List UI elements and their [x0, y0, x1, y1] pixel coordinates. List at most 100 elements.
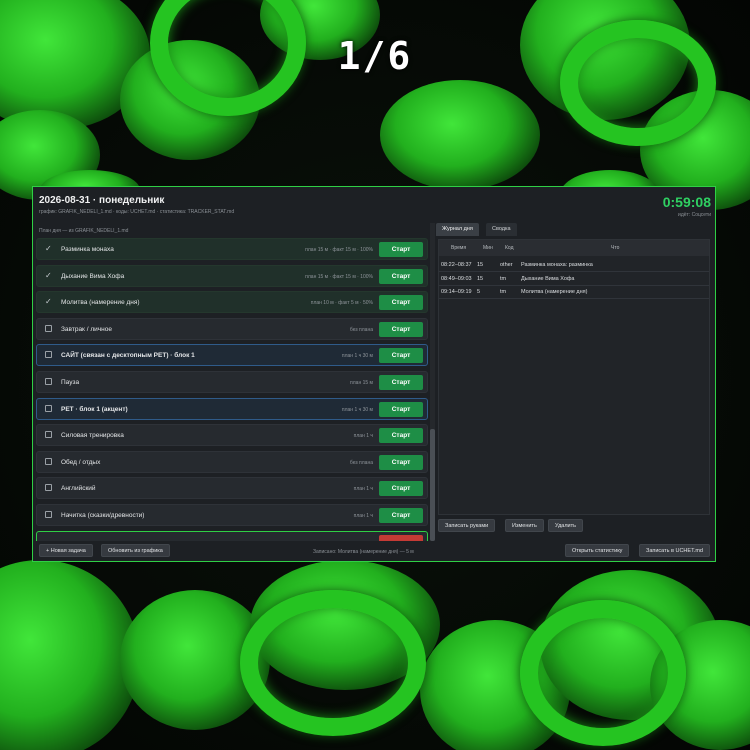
- start-button[interactable]: Старт: [379, 321, 423, 337]
- journal-row[interactable]: 09:14–09:19 5 tm Молитва (намерение дня): [439, 286, 709, 299]
- task-plan: план 1 ч 30 м: [341, 406, 373, 413]
- refresh-from-schedule-button[interactable]: Обновить из графика: [101, 544, 170, 557]
- journal-cell-code: tm: [500, 289, 507, 295]
- journal-cell-code: tm: [500, 275, 507, 282]
- col-code: Код: [505, 245, 514, 251]
- open-stats-button[interactable]: Открыть статистику: [565, 544, 630, 557]
- status-message: Записано: Молитва (намерение дня) — 5 м: [313, 549, 414, 555]
- start-button[interactable]: Старт: [379, 481, 423, 497]
- start-button[interactable]: Старт: [379, 348, 423, 364]
- col-time: Время: [451, 245, 467, 251]
- task-plan: без плана: [349, 459, 373, 466]
- task-plan: план 1 ч: [353, 512, 373, 519]
- task-plan: план 10 м · факт 5 м · 50%: [310, 300, 373, 307]
- task-name: Обед / отдых: [61, 458, 101, 466]
- start-button[interactable]: Старт: [379, 242, 423, 257]
- task-name: Дыхание Вима Хофа: [61, 272, 125, 280]
- start-button[interactable]: Старт: [379, 295, 423, 311]
- task-row[interactable]: Завтрак / личное без плана Старт: [36, 317, 428, 340]
- task-name: Начитка (сказки/древности): [61, 511, 145, 519]
- task-name: Пауза: [61, 378, 80, 386]
- task-row[interactable]: Силовая тренировка план 1 ч Старт: [36, 424, 428, 447]
- task-plan: без плана: [349, 326, 373, 333]
- task-plan: план 1 ч: [353, 486, 373, 493]
- journal-cell-time: 09:14–09:19: [441, 289, 472, 295]
- task-name: Молитва (намерение дня): [61, 299, 140, 307]
- task-row[interactable]: Обед / отдых без плана Старт: [36, 450, 428, 473]
- task-name: Завтрак / личное: [61, 325, 112, 333]
- task-row[interactable]: Английский план 1 ч Старт: [36, 477, 428, 500]
- task-row[interactable]: Начитка (сказки/древности) план 1 ч Старт: [36, 503, 428, 526]
- col-what: Что: [611, 245, 620, 251]
- journal-row[interactable]: 08:49–09:03 15 tm Дыхание Вима Хофа: [439, 273, 709, 286]
- delete-entry-button[interactable]: Удалить: [548, 519, 583, 532]
- slide-counter: 1/6: [337, 34, 413, 78]
- task-plan: план 15 м · факт 15 м · 100%: [305, 247, 373, 253]
- scrollbar-thumb[interactable]: [430, 429, 435, 541]
- task-row[interactable]: ✓ Молитва (намерение дня) план 10 м · факт…: [36, 291, 428, 314]
- task-name: Английский: [61, 485, 96, 493]
- task-plan: план 1 ч 30 м: [341, 353, 373, 360]
- start-button[interactable]: Старт: [379, 401, 423, 417]
- task-row[interactable]: ✓ Разминка монаха план 15 м · факт 15 м · …: [36, 238, 428, 260]
- start-button[interactable]: Старт: [379, 454, 423, 470]
- running-activity: идёт: Соцсети: [678, 212, 711, 218]
- start-button[interactable]: Старт: [379, 428, 423, 444]
- task-name: Разминка монаха: [61, 246, 114, 253]
- tracker-window: 2026-08-31 · понедельник график: GRAFIK_…: [32, 186, 716, 562]
- checkmark-icon[interactable]: ✓: [45, 271, 52, 280]
- journal-cell-min: 15: [477, 262, 484, 268]
- journal-cell-min: 15: [477, 275, 484, 282]
- task-checkbox[interactable]: [45, 457, 52, 465]
- journal-cell-time: 08:49–09:03: [441, 275, 472, 282]
- tab-journal[interactable]: Журнал дня: [436, 223, 479, 236]
- task-name: Силовая тренировка: [61, 432, 124, 440]
- page-title: 2026-08-31 · понедельник: [39, 195, 165, 206]
- journal-cell-what: Дыхание Вима Хофа: [521, 275, 575, 282]
- day-plan-panel: План дня — из GRAFIK_NEDELI_1.md ✓ Размин…: [36, 223, 428, 541]
- task-name: САЙТ (связан с десктопным PET) · блок 1: [61, 352, 195, 360]
- save-to-uchet-button[interactable]: Записать в UCHET.md: [639, 544, 710, 557]
- journal-cell-min: 5: [477, 289, 481, 295]
- journal-header-row: Время Мин Код Что: [439, 240, 709, 256]
- task-checkbox[interactable]: [45, 510, 52, 518]
- start-button[interactable]: Старт: [379, 268, 423, 284]
- manual-entry-button[interactable]: Записать руками: [438, 519, 496, 532]
- task-row[interactable]: САЙТ (связан с десктопным PET) · блок 1 п…: [36, 344, 428, 367]
- journal-panel: Журнал дня Сводка Время Мин Код Что 08:2…: [436, 223, 712, 541]
- task-name: PET · блок 1 (акцент): [61, 405, 128, 413]
- checkmark-icon[interactable]: ✓: [45, 297, 52, 306]
- task-row[interactable]: Пауза план 15 м Старт: [36, 370, 428, 393]
- journal-cell-what: Молитва (намерение дня): [521, 289, 588, 295]
- stop-button[interactable]: [379, 534, 423, 541]
- tab-summary[interactable]: Сводка: [486, 223, 517, 236]
- checkmark-icon[interactable]: ✓: [45, 244, 52, 253]
- task-checkbox[interactable]: [45, 377, 52, 385]
- journal-table: Время Мин Код Что 08:22–08:37 15 other Разм…: [438, 239, 710, 515]
- task-plan: план 15 м: [350, 379, 373, 386]
- col-min: Мин: [483, 245, 493, 251]
- task-checkbox[interactable]: [45, 484, 52, 492]
- task-checkbox[interactable]: [45, 324, 52, 332]
- task-checkbox[interactable]: [45, 404, 52, 412]
- task-plan: план 15 м · факт 15 м · 100%: [305, 273, 373, 280]
- plan-header: План дня — из GRAFIK_NEDELI_1.md: [39, 228, 129, 234]
- task-plan: план 1 ч: [353, 433, 373, 440]
- task-row[interactable]: ✓ Дыхание Вима Хофа план 15 м · факт 15 м …: [36, 264, 428, 287]
- new-task-button[interactable]: + Новая задача: [39, 544, 93, 557]
- edit-entry-button[interactable]: Изменить: [505, 519, 544, 532]
- task-list: ✓ Разминка монаха план 15 м · факт 15 м · …: [36, 238, 428, 541]
- journal-cell-time: 08:22–08:37: [441, 262, 472, 268]
- task-checkbox[interactable]: [45, 351, 52, 359]
- task-row-running[interactable]: [36, 530, 428, 541]
- task-list-scrollbar[interactable]: [430, 223, 435, 541]
- start-button[interactable]: Старт: [379, 374, 423, 390]
- journal-row[interactable]: 08:22–08:37 15 other Разминка монаха: разми…: [439, 259, 709, 272]
- journal-cell-what: Разминка монаха: разминка: [521, 262, 593, 268]
- running-timer: 0:59:08: [662, 194, 711, 210]
- sources-subtitle: график: GRAFIK_NEDELI_1.md · коды: UCHET…: [39, 209, 235, 215]
- start-button[interactable]: Старт: [379, 507, 423, 523]
- journal-cell-code: other: [500, 262, 513, 268]
- task-row[interactable]: PET · блок 1 (акцент) план 1 ч 30 м Старт: [36, 397, 428, 420]
- task-checkbox[interactable]: [45, 431, 52, 439]
